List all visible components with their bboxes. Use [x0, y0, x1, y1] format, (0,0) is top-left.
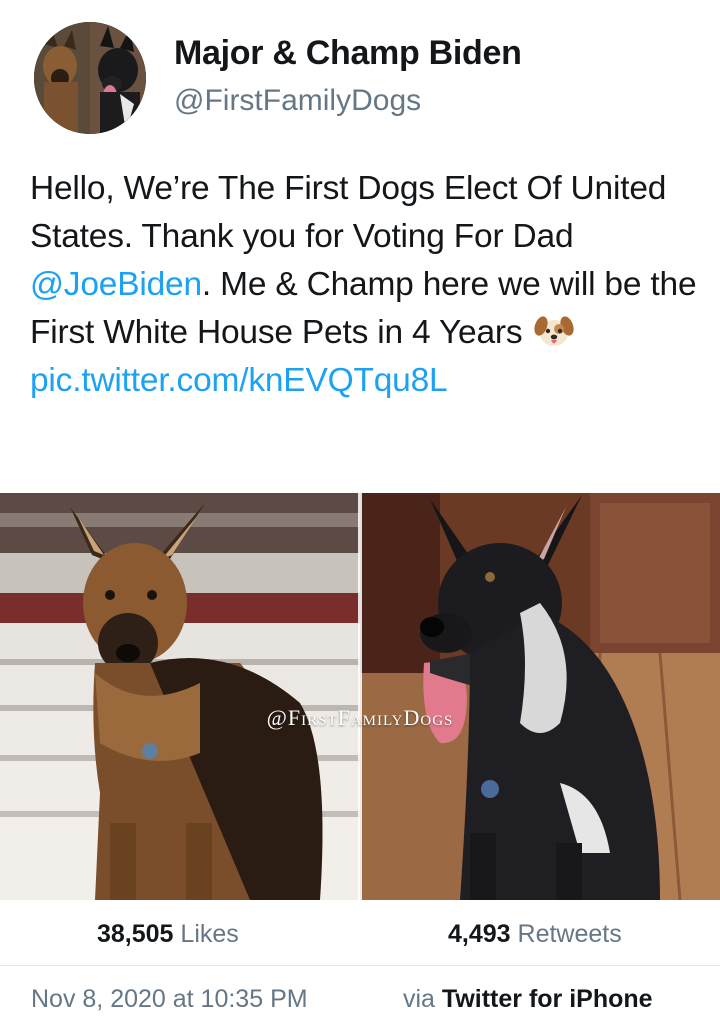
dog-face-icon	[533, 311, 574, 351]
tweet-timestamp[interactable]: Nov 8, 2020 at 10:35 PM	[31, 985, 308, 1014]
mention-link[interactable]: @JoeBiden	[30, 266, 202, 303]
tweet-stats: 38,505 Likes 4,493 Retweets	[0, 900, 720, 966]
image-watermark: @FirstFamilyDogs	[266, 705, 454, 730]
tweet-header: Major & Champ Biden @FirstFamilyDogs	[0, 0, 720, 150]
tweet-source[interactable]: via Twitter for iPhone	[403, 985, 653, 1014]
author-display-name[interactable]: Major & Champ Biden	[174, 34, 522, 73]
likes-count: 38,505	[97, 920, 174, 948]
tweet-media-image[interactable]: @FirstFamilyDogs	[0, 493, 720, 900]
author-handle[interactable]: @FirstFamilyDogs	[174, 84, 421, 118]
source-app: Twitter for iPhone	[441, 985, 653, 1013]
retweets-stat[interactable]: 4,493 Retweets	[448, 920, 622, 949]
media-link[interactable]: pic.twitter.com/knEVQTqu8L	[30, 362, 448, 399]
tweet-text-part: Hello, We’re The First Dogs Elect Of Uni…	[30, 170, 667, 255]
retweets-count: 4,493	[448, 920, 511, 948]
avatar[interactable]	[34, 22, 146, 134]
likes-label: Likes	[173, 920, 239, 948]
tweet-meta: Nov 8, 2020 at 10:35 PM via Twitter for …	[0, 967, 720, 1023]
source-prefix: via	[403, 985, 442, 1013]
likes-stat[interactable]: 38,505 Likes	[97, 920, 239, 949]
retweets-label: Retweets	[510, 920, 622, 948]
tweet-text: Hello, We’re The First Dogs Elect Of Uni…	[30, 165, 700, 405]
